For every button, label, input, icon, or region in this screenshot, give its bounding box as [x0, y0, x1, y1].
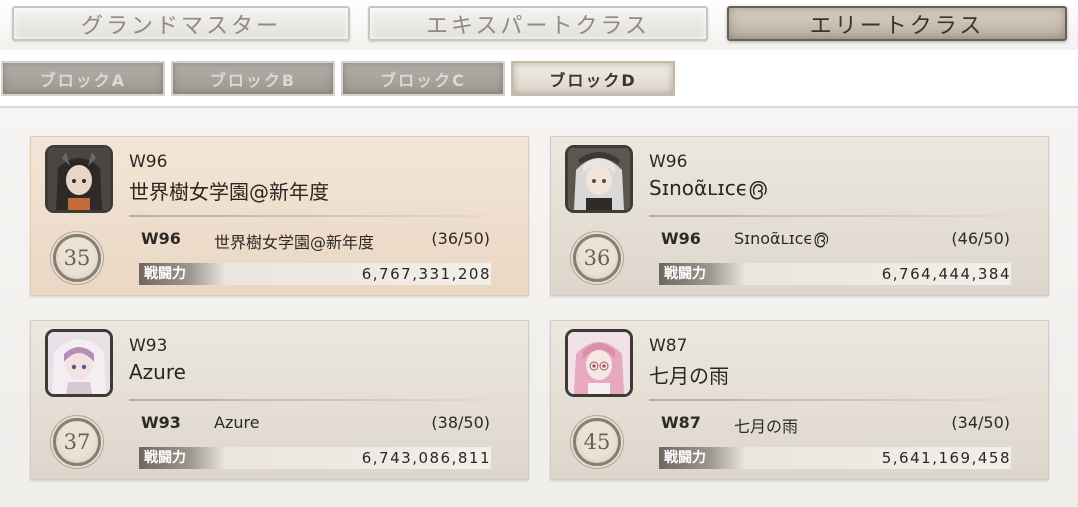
guild-card[interactable]: W96 Sɪnoᾶʟɪcϵ൫ 36 W96 Sɪnoᾶʟɪcϵ൫ (46/50)…: [550, 136, 1049, 296]
guild-world: W93: [129, 336, 168, 356]
member-count: (38/50): [431, 413, 490, 432]
row-guild-name: 七月の雨: [734, 417, 799, 436]
guild-name: Sɪnoᾶʟɪcϵ൫: [649, 176, 767, 200]
combat-power-label: 戦闘力: [659, 447, 745, 469]
rank-badge: 36: [573, 234, 621, 282]
member-count: (46/50): [951, 229, 1010, 248]
block-tab-a[interactable]: ブロックA: [1, 61, 165, 96]
row-world: W93: [141, 413, 181, 432]
tab-elite-class[interactable]: エリートクラス: [727, 6, 1067, 41]
row-guild-name: 世界樹女学園@新年度: [214, 233, 375, 252]
combat-power-value: 6,767,331,208: [361, 265, 491, 283]
block-tab-c[interactable]: ブロックC: [341, 61, 505, 96]
combat-power-value: 6,743,086,811: [361, 449, 491, 467]
divider: [129, 215, 517, 217]
rank-badge: 35: [53, 234, 101, 282]
pink-haired-girl-portrait-icon: [568, 332, 630, 394]
combat-power-value: 6,764,444,384: [881, 265, 1011, 283]
block-tab-d[interactable]: ブロックD: [511, 61, 675, 96]
member-count: (34/50): [951, 413, 1010, 432]
row-world: W96: [141, 229, 181, 248]
guild-card[interactable]: W96 世界樹女学園@新年度 35 W96 世界樹女学園@新年度 (36/50)…: [30, 136, 529, 296]
rank-badge: 45: [573, 418, 621, 466]
guild-card[interactable]: W87 七月の雨 45 W87 七月の雨 (34/50) 戦闘力 5,641,1…: [550, 320, 1049, 480]
dark-haired-girl-portrait-icon: [48, 148, 110, 210]
divider: [649, 215, 1037, 217]
combat-power-value: 5,641,169,458: [881, 449, 1011, 467]
class-tab-bar: グランドマスター エキスパートクラス エリートクラス: [0, 0, 1078, 50]
guild-avatar: [45, 145, 113, 213]
combat-power-bar: 戦闘力 6,764,444,384: [659, 263, 1011, 285]
combat-power-label: 戦闘力: [139, 263, 225, 285]
guild-avatar: [45, 329, 113, 397]
guild-name: 世界樹女学園@新年度: [129, 180, 329, 204]
tab-expert-class[interactable]: エキスパートクラス: [368, 6, 708, 41]
row-world: W96: [661, 229, 701, 248]
guild-avatar: [565, 145, 633, 213]
guild-world: W96: [129, 152, 168, 172]
combat-power-bar: 戦闘力 6,767,331,208: [139, 263, 491, 285]
row-world: W87: [661, 413, 701, 432]
tab-grandmaster[interactable]: グランドマスター: [12, 6, 350, 41]
guild-name: Azure: [129, 360, 186, 384]
guild-name: 七月の雨: [649, 364, 729, 388]
row-guild-name: Sɪnoᾶʟɪcϵ൫: [734, 229, 829, 248]
guild-avatar: [565, 329, 633, 397]
divider: [649, 399, 1037, 401]
divider: [129, 399, 517, 401]
hooded-girl-portrait-icon: [48, 332, 110, 394]
white-haired-girl-portrait-icon: [568, 148, 630, 210]
guild-world: W96: [649, 152, 688, 172]
row-guild-name: Azure: [214, 413, 260, 432]
guild-card[interactable]: W93 Azure 37 W93 Azure (38/50) 戦闘力 6,743…: [30, 320, 529, 480]
combat-power-bar: 戦闘力 5,641,169,458: [659, 447, 1011, 469]
ranking-panel: W96 世界樹女学園@新年度 35 W96 世界樹女学園@新年度 (36/50)…: [0, 106, 1078, 507]
guild-world: W87: [649, 336, 688, 356]
block-tab-b[interactable]: ブロックB: [171, 61, 335, 96]
rank-badge: 37: [53, 418, 101, 466]
combat-power-label: 戦闘力: [139, 447, 225, 469]
member-count: (36/50): [431, 229, 490, 248]
combat-power-bar: 戦闘力 6,743,086,811: [139, 447, 491, 469]
combat-power-label: 戦闘力: [659, 263, 745, 285]
